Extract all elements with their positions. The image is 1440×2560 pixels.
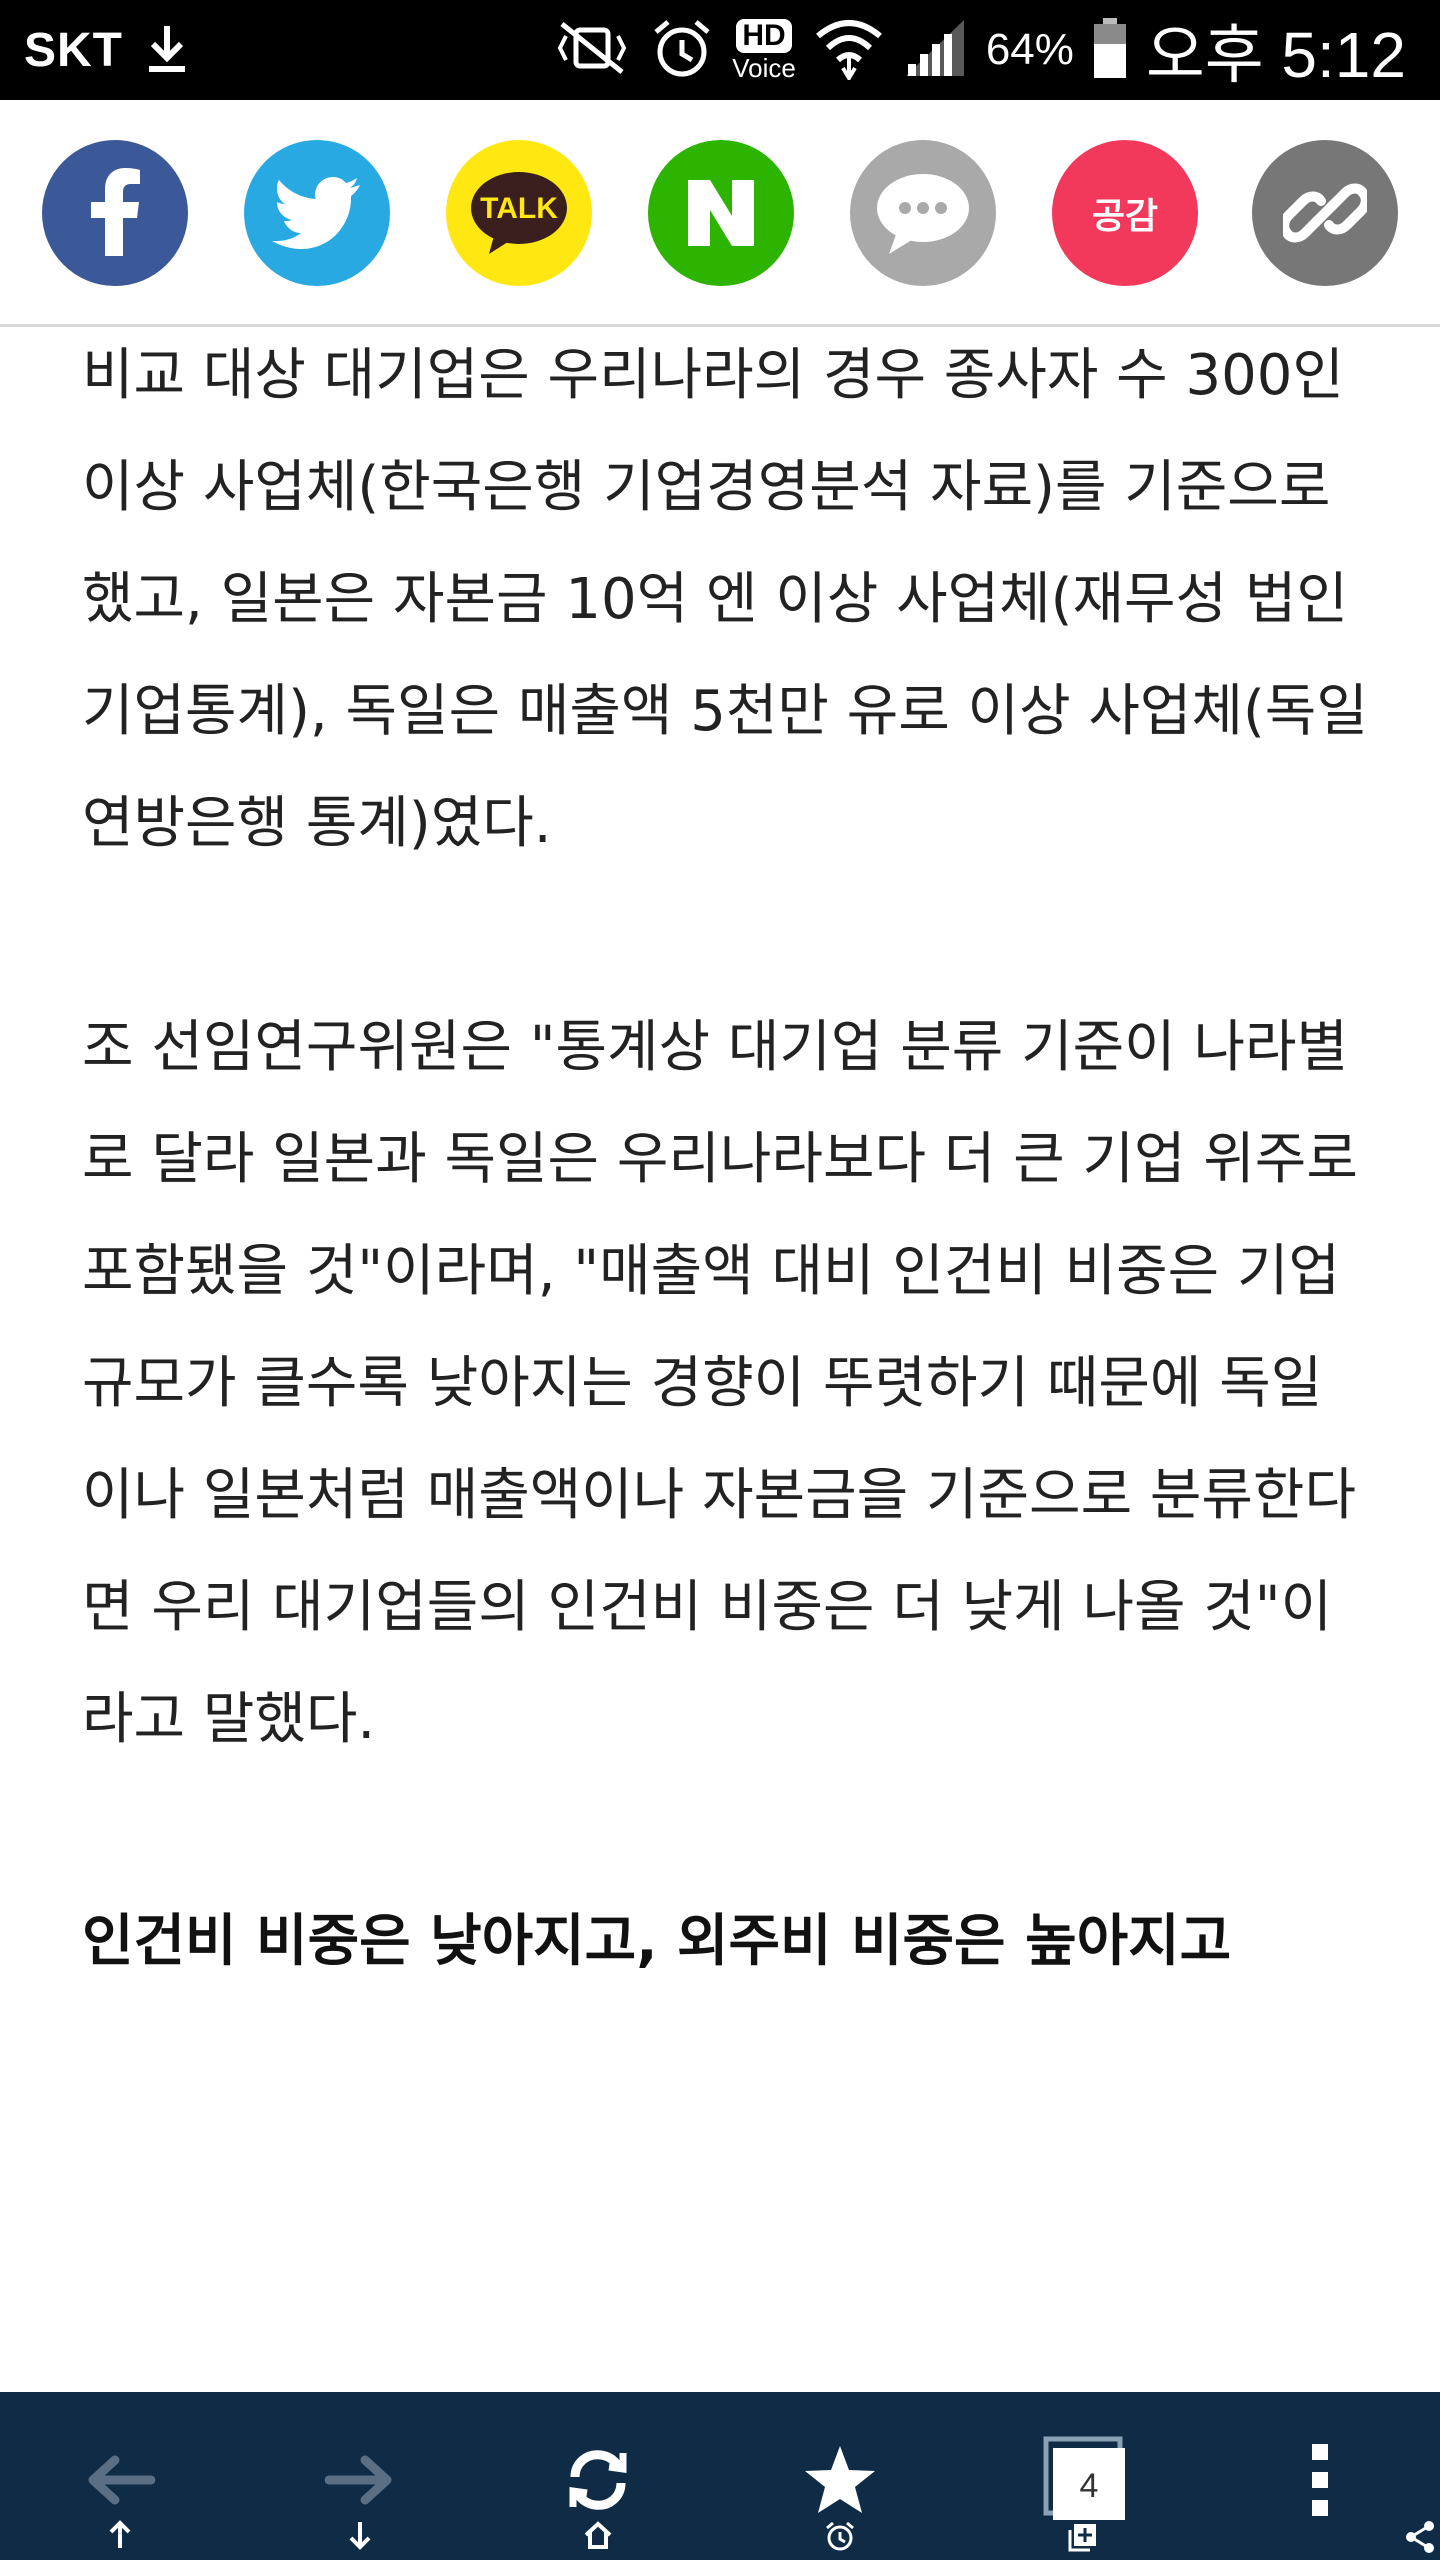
new-tab-icon[interactable]	[1068, 2520, 1100, 2556]
forward-button[interactable]	[260, 2392, 460, 2560]
menu-button[interactable]	[1220, 2392, 1434, 2560]
browser-bottom-toolbar: 4	[0, 2392, 1440, 2560]
hd-voice-icon: HD Voice	[732, 19, 796, 81]
tab-count: 4	[1080, 2467, 1099, 2505]
alarm-icon[interactable]	[824, 2520, 856, 2556]
signal-icon	[902, 18, 968, 82]
back-arrow-icon	[85, 2455, 156, 2509]
battery-icon	[1092, 16, 1128, 84]
tabs-button[interactable]: 4	[984, 2392, 1184, 2560]
naver-share-button[interactable]	[648, 140, 794, 286]
share-bar: TALK 공감	[0, 100, 1440, 327]
carrier-label: SKT	[24, 23, 123, 77]
bookmark-button[interactable]	[740, 2392, 940, 2560]
star-icon	[803, 2444, 877, 2520]
back-button[interactable]	[20, 2392, 220, 2560]
home-icon[interactable]	[583, 2520, 613, 2554]
gonggam-label: 공감	[1091, 196, 1159, 237]
kakaotalk-share-button[interactable]: TALK	[446, 140, 592, 286]
twitter-bird-icon	[272, 176, 362, 250]
link-icon	[1283, 171, 1367, 255]
battery-percent: 64%	[985, 25, 1074, 74]
vibrate-mute-icon	[552, 18, 632, 82]
article-body: 비교 대상 대기업은 우리나라의 경우 종사자 수 300인 이상 사업체(한국…	[82, 320, 1372, 1996]
tabs-icon: 4	[1036, 2435, 1132, 2529]
kakaotalk-label: TALK	[480, 192, 558, 225]
facebook-share-button[interactable]	[42, 140, 188, 286]
scroll-up-icon[interactable]	[108, 2520, 132, 2554]
refresh-button[interactable]	[498, 2392, 698, 2560]
copy-link-button[interactable]	[1252, 140, 1398, 286]
status-bar: SKT HD Voice 64% 오후 5:12	[0, 0, 1440, 100]
article-paragraph-2: 조 선임연구위원은 "통계상 대기업 분류 기준이 나라별로 달라 일본과 독일…	[82, 1015, 1358, 1752]
twitter-share-button[interactable]	[244, 140, 390, 286]
gonggam-button[interactable]: 공감	[1052, 140, 1198, 286]
facebook-icon	[85, 168, 145, 258]
more-vertical-icon	[1308, 2440, 1332, 2524]
share-icon[interactable]	[1403, 2520, 1437, 2558]
message-bubble-icon	[873, 170, 973, 256]
article-subheading: 인건비 비중은 낮아지고, 외주비 비중은 높아지고	[82, 1909, 1232, 1974]
refresh-icon	[563, 2445, 633, 2519]
scroll-down-icon[interactable]	[348, 2520, 372, 2554]
download-icon	[145, 22, 189, 78]
message-share-button[interactable]	[850, 140, 996, 286]
naver-icon	[686, 178, 756, 248]
clock: 오후 5:12	[1145, 19, 1406, 91]
voice-label: Voice	[732, 53, 796, 83]
wifi-icon	[814, 16, 884, 84]
article-paragraph-1: 비교 대상 대기업은 우리나라의 경우 종사자 수 300인 이상 사업체(한국…	[82, 343, 1368, 856]
hd-label: HD	[736, 19, 792, 53]
alarm-icon	[650, 16, 714, 84]
forward-arrow-icon	[324, 2455, 395, 2509]
